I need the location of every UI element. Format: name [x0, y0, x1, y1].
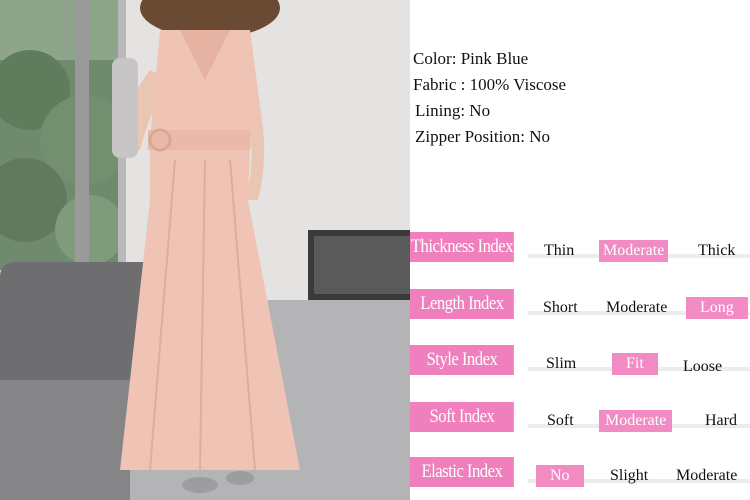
option-moderate: Moderate [606, 299, 668, 316]
option-long-selected: Long [686, 297, 748, 319]
product-specs: Color: Pink Blue Fabric : 100% Viscose L… [413, 46, 743, 150]
length-index-label: Length Index [410, 289, 514, 319]
option-moderate-selected: Moderate [599, 410, 673, 432]
soft-index-row: Soft Index Soft Moderate Hard [410, 402, 750, 434]
option-moderate: Moderate [676, 467, 738, 484]
thickness-index-label: Thickness Index [410, 232, 514, 262]
option-fit-selected: Fit [612, 353, 658, 375]
option-no-selected: No [536, 465, 584, 487]
spec-fabric: Fabric : 100% Viscose [413, 75, 567, 94]
option-thin: Thin [544, 242, 575, 259]
spec-color: Color: Pink Blue [413, 49, 529, 68]
option-short: Short [543, 299, 578, 316]
style-index-label: Style Index [410, 345, 514, 375]
thickness-index-row: Thickness Index Thin Moderate Thick [410, 232, 750, 264]
spec-zipper: Zipper Position: No [415, 127, 551, 146]
option-loose: Loose [683, 358, 723, 375]
product-photo [0, 0, 410, 500]
spec-lining: Lining: No [415, 101, 491, 120]
option-soft: Soft [547, 412, 574, 429]
option-thick: Thick [698, 242, 736, 259]
option-slight: Slight [610, 467, 649, 484]
elastic-index-label: Elastic Index [410, 457, 514, 487]
option-slim: Slim [546, 355, 577, 372]
elastic-index-row: Elastic Index No Slight Moderate [410, 457, 750, 489]
option-hard: Hard [705, 412, 737, 429]
soft-index-label: Soft Index [410, 402, 514, 432]
option-moderate-selected: Moderate [599, 240, 669, 262]
length-index-row: Length Index Short Moderate Long [410, 289, 750, 321]
style-index-row: Style Index Slim Fit Loose [410, 345, 750, 377]
